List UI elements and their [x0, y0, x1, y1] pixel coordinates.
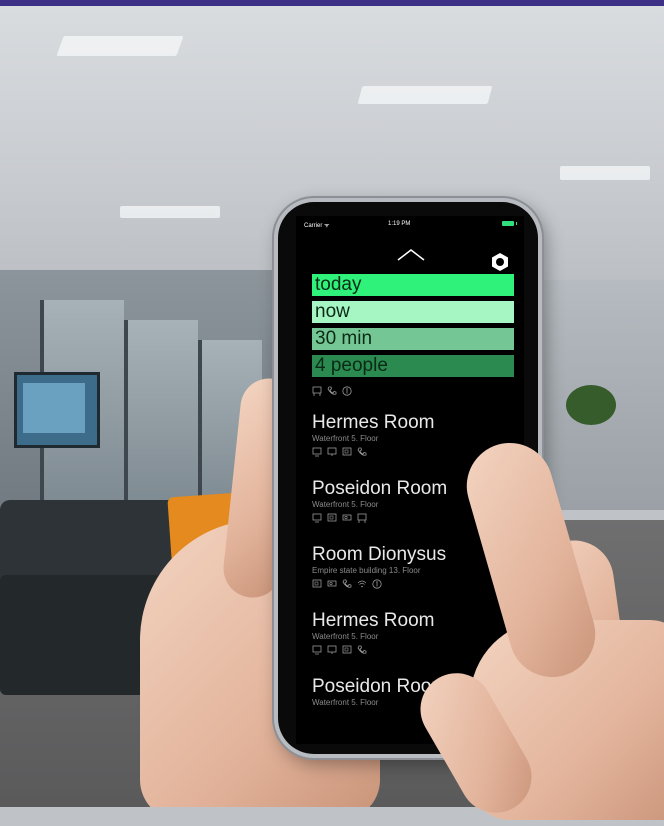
duration-filter[interactable]: 30 min [312, 328, 514, 350]
capacity-filter[interactable]: 4 people [312, 355, 514, 377]
clock: 1:19 PM [388, 221, 411, 227]
phone-icon [357, 447, 367, 456]
battery-icon [502, 221, 514, 226]
date-filter[interactable]: today [312, 274, 514, 296]
screen-icon [327, 447, 337, 456]
start-time-filter[interactable]: now [312, 301, 514, 323]
display-icon [312, 447, 322, 457]
room-name: Hermes Room [312, 610, 435, 631]
room-item[interactable]: Room Dionysus Empire state building 13. … [312, 544, 512, 589]
phone-icon[interactable] [327, 386, 337, 396]
wall-tv [14, 372, 100, 448]
projector-icon [327, 580, 337, 587]
phone-icon [357, 645, 367, 654]
screen-icon [327, 645, 337, 654]
accessibility-icon [372, 579, 382, 589]
projector-icon [342, 514, 352, 521]
room-item[interactable]: Hermes Room Waterfront 5. Floor [312, 610, 512, 655]
display-icon [312, 645, 322, 655]
amenity-filter-row [312, 386, 352, 396]
wifi-icon [357, 580, 367, 588]
phone-icon [342, 579, 352, 588]
accessibility-icon[interactable] [342, 386, 352, 396]
carrier-label: Carrier ᯤ [304, 223, 330, 229]
chevron-up-icon[interactable] [396, 248, 426, 262]
room-location: Waterfront 5. Floor [312, 434, 379, 443]
whiteboard-icon[interactable] [312, 386, 322, 396]
status-bar: Carrier ᯤ 1:19 PM [296, 216, 524, 232]
settings-icon[interactable] [490, 252, 510, 272]
room-location: Empire state building 13. Floor [312, 566, 421, 575]
whiteboard-icon [357, 513, 367, 523]
room-item[interactable]: Hermes Room Waterfront 5. Floor [312, 412, 512, 457]
video-icon [327, 513, 337, 522]
video-icon [342, 645, 352, 654]
display-icon [312, 513, 322, 523]
video-icon [312, 579, 322, 588]
room-location: Waterfront 5. Floor [312, 632, 379, 641]
video-icon [342, 447, 352, 456]
room-name: Hermes Room [312, 412, 435, 433]
